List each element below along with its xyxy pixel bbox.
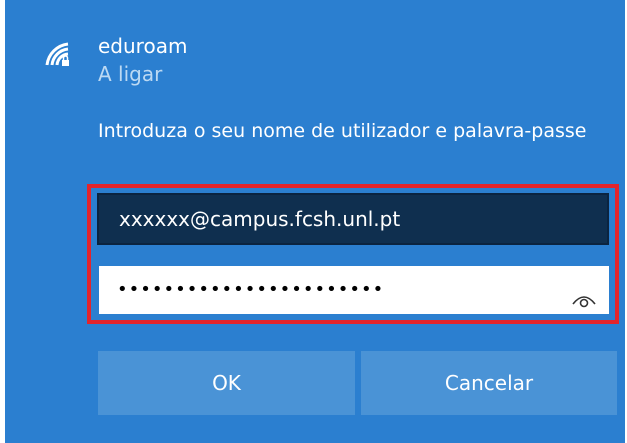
network-status: A ligar xyxy=(98,62,163,86)
network-connect-panel: eduroam A ligar Introduza o seu nome de … xyxy=(5,0,625,443)
username-input[interactable]: xxxxxx@campus.fcsh.unl.pt xyxy=(97,193,609,245)
wifi-icon xyxy=(41,38,73,68)
eye-icon[interactable] xyxy=(571,281,597,308)
network-name: eduroam xyxy=(98,34,188,58)
credentials-prompt: Introduza o seu nome de utilizador e pal… xyxy=(98,120,587,142)
password-dots: ••••••••••••••••••••••• xyxy=(117,279,385,300)
ok-button[interactable]: OK xyxy=(98,351,355,415)
cancel-button[interactable]: Cancelar xyxy=(361,351,617,415)
password-input[interactable]: ••••••••••••••••••••••• xyxy=(99,266,609,314)
